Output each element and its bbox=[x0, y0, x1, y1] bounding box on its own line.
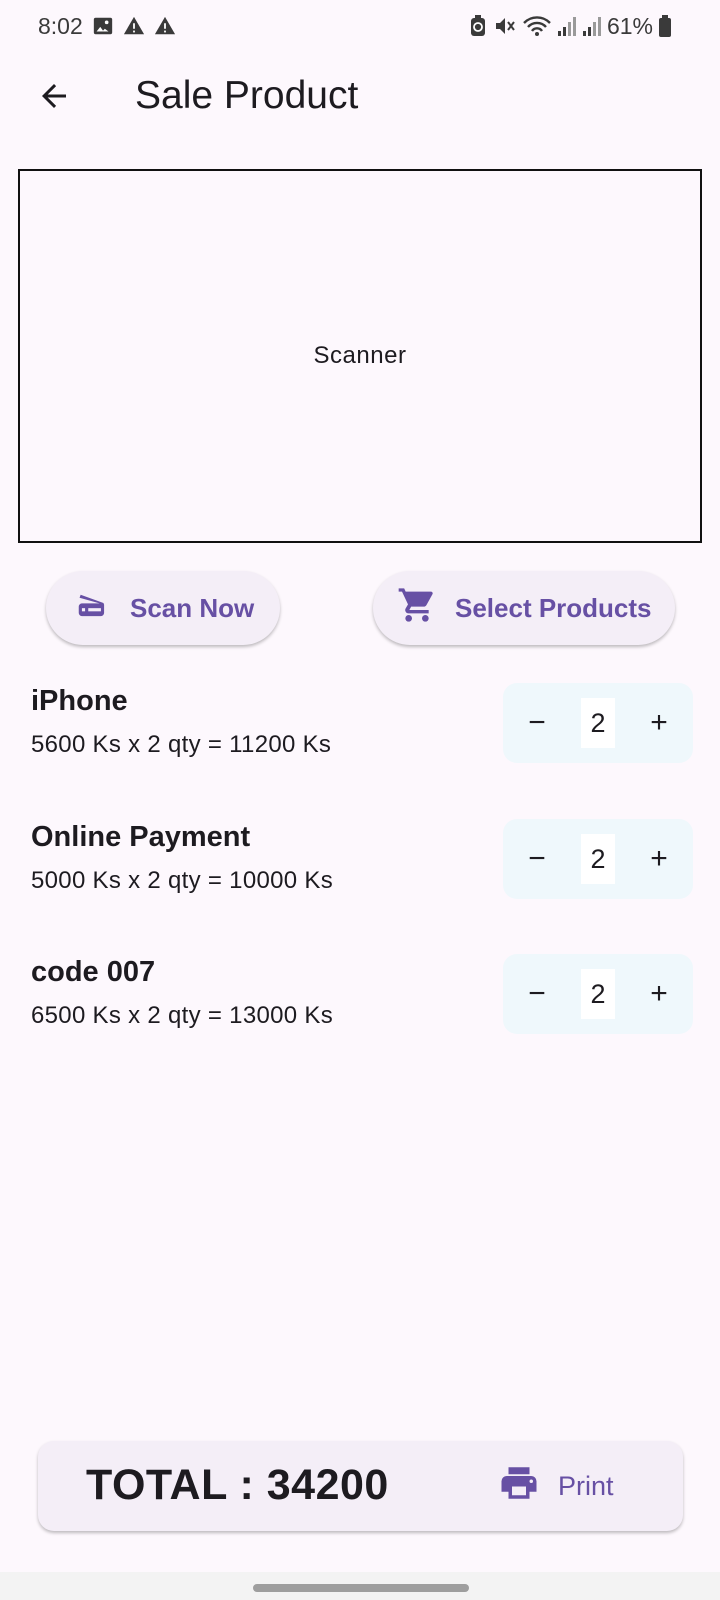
arrow-back-icon bbox=[36, 78, 72, 119]
signal-icon bbox=[582, 15, 602, 37]
scanner-label: Scanner bbox=[313, 342, 407, 369]
select-products-button[interactable]: Select Products bbox=[373, 571, 675, 645]
quantity-value[interactable]: 2 bbox=[581, 969, 615, 1019]
list-item: iPhone 5600 Ks x 2 qty = 11200 Ks − 2 + bbox=[0, 683, 720, 773]
quantity-stepper: − 2 + bbox=[503, 954, 693, 1034]
product-subtotal: 6500 Ks x 2 qty = 13000 Ks bbox=[31, 1002, 333, 1029]
status-left: 8:02 bbox=[38, 13, 176, 40]
home-gesture-handle[interactable] bbox=[253, 1584, 469, 1592]
status-time: 8:02 bbox=[38, 12, 83, 39]
list-item: Online Payment 5000 Ks x 2 qty = 10000 K… bbox=[0, 819, 720, 909]
navigation-bar bbox=[0, 1572, 720, 1600]
page-title: Sale Product bbox=[135, 74, 359, 117]
status-right: 61% bbox=[468, 13, 672, 40]
total-amount: TOTAL : 34200 bbox=[86, 1461, 389, 1509]
product-name: Online Payment bbox=[31, 821, 251, 853]
increment-button[interactable]: + bbox=[643, 974, 675, 1014]
battery-percentage: 61% bbox=[606, 12, 653, 39]
back-button[interactable] bbox=[30, 74, 78, 122]
quantity-value[interactable]: 2 bbox=[581, 834, 615, 884]
product-name: code 007 bbox=[31, 956, 156, 988]
status-bar: 8:02 61% bbox=[0, 0, 720, 52]
cart-icon bbox=[397, 585, 437, 632]
image-icon bbox=[92, 15, 114, 37]
product-subtotal: 5000 Ks x 2 qty = 10000 Ks bbox=[31, 867, 333, 894]
select-products-label: Select Products bbox=[455, 592, 652, 623]
increment-button[interactable]: + bbox=[643, 839, 675, 879]
scan-now-button[interactable]: Scan Now bbox=[46, 571, 280, 645]
quantity-value[interactable]: 2 bbox=[581, 698, 615, 748]
app-bar: Sale Product bbox=[0, 60, 720, 136]
list-item: code 007 6500 Ks x 2 qty = 13000 Ks − 2 … bbox=[0, 954, 720, 1044]
quantity-stepper: − 2 + bbox=[503, 819, 693, 899]
quantity-stepper: − 2 + bbox=[503, 683, 693, 763]
total-bar: TOTAL : 34200 Print bbox=[38, 1441, 683, 1531]
decrement-button[interactable]: − bbox=[521, 703, 553, 743]
scan-now-label: Scan Now bbox=[130, 592, 255, 623]
signal-icon bbox=[557, 15, 577, 37]
warning-icon bbox=[154, 15, 176, 37]
decrement-button[interactable]: − bbox=[521, 974, 553, 1014]
battery-icon bbox=[658, 14, 672, 38]
wifi-icon bbox=[522, 14, 552, 38]
product-name: iPhone bbox=[31, 685, 128, 717]
print-label: Print bbox=[558, 1470, 614, 1501]
warning-icon bbox=[123, 15, 145, 37]
scanner-view[interactable]: Scanner bbox=[18, 169, 702, 543]
battery-saver-icon bbox=[468, 14, 488, 38]
product-subtotal: 5600 Ks x 2 qty = 11200 Ks bbox=[31, 731, 332, 758]
increment-button[interactable]: + bbox=[643, 703, 675, 743]
mute-icon bbox=[493, 14, 517, 38]
decrement-button[interactable]: − bbox=[521, 839, 553, 879]
print-icon bbox=[498, 1462, 540, 1511]
scanner-icon bbox=[74, 586, 112, 631]
print-button[interactable]: Print bbox=[498, 1459, 614, 1513]
